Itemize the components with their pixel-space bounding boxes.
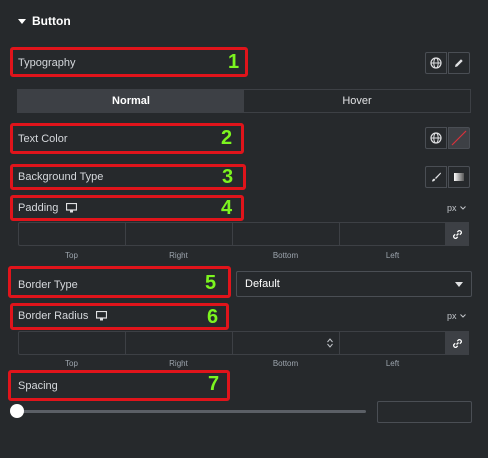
annotation-number-2: 2: [221, 127, 233, 149]
border-radius-top-label: Top: [65, 359, 78, 368]
padding-unit: px: [447, 203, 457, 213]
globe-icon: [430, 57, 442, 69]
border-radius-bottom-label: Bottom: [272, 359, 299, 368]
brush-icon: [432, 172, 441, 182]
spacing-slider-handle[interactable]: [10, 404, 24, 418]
pencil-icon: [455, 59, 463, 67]
padding-top-input[interactable]: [18, 222, 125, 246]
border-radius-link-button[interactable]: [445, 331, 469, 355]
link-icon: [452, 338, 462, 348]
annotation-number-1: 1: [228, 51, 240, 73]
spacing-label: Spacing: [18, 380, 58, 392]
padding-unit-select[interactable]: px: [447, 203, 466, 213]
padding-inputs: [18, 222, 469, 246]
border-type-label: Border Type: [18, 279, 78, 291]
border-type-select[interactable]: Default: [236, 271, 472, 297]
padding-right-label: Right: [169, 251, 188, 260]
gradient-icon: [454, 173, 464, 181]
padding-right-input[interactable]: [125, 222, 232, 246]
section-title: Button: [32, 14, 71, 28]
section-header-button[interactable]: Button: [18, 14, 71, 28]
padding-top-label: Top: [65, 251, 78, 260]
border-radius-right-input[interactable]: [125, 331, 232, 355]
border-type-value: Default: [245, 278, 280, 290]
text-color-global-button[interactable]: [425, 127, 447, 149]
border-radius-left-input[interactable]: [339, 331, 445, 355]
padding-bottom-input[interactable]: [232, 222, 339, 246]
border-radius-top-input[interactable]: [18, 331, 125, 355]
typography-edit-button[interactable]: [448, 52, 470, 74]
spacing-value-input[interactable]: [377, 401, 472, 423]
border-radius-unit-select[interactable]: px: [447, 311, 466, 321]
border-radius-side-labels: Top Right Bottom Left: [18, 359, 446, 368]
desktop-icon[interactable]: [66, 203, 78, 213]
spacing-slider-track[interactable]: [18, 410, 366, 413]
typography-global-button[interactable]: [425, 52, 447, 74]
tab-hover[interactable]: Hover: [244, 90, 470, 112]
padding-label-group: Padding: [18, 202, 78, 214]
border-radius-right-label: Right: [169, 359, 188, 368]
globe-icon: [430, 132, 442, 144]
caret-down-icon: [455, 281, 463, 287]
border-radius-unit: px: [447, 311, 457, 321]
annotation-number-3: 3: [222, 166, 234, 188]
tab-normal[interactable]: Normal: [18, 90, 244, 112]
annotation-number-7: 7: [208, 373, 220, 395]
chevron-down-icon: [459, 314, 466, 318]
desktop-icon[interactable]: [96, 311, 108, 321]
annotation-number-4: 4: [221, 197, 233, 219]
padding-label: Padding: [18, 202, 59, 214]
link-icon: [452, 229, 462, 239]
background-classic-button[interactable]: [425, 166, 447, 188]
padding-left-input[interactable]: [339, 222, 445, 246]
text-color-picker-button[interactable]: [448, 127, 470, 149]
annotation-number-5: 5: [205, 272, 217, 294]
annotation-number-6: 6: [207, 306, 219, 328]
background-type-label: Background Type: [18, 171, 104, 183]
caret-down-icon: [18, 18, 26, 24]
no-color-icon: [451, 130, 467, 146]
padding-left-label: Left: [385, 251, 400, 260]
border-radius-inputs: [18, 331, 469, 355]
padding-link-button[interactable]: [445, 222, 469, 246]
state-tabs: Normal Hover: [17, 89, 471, 113]
padding-bottom-label: Bottom: [272, 251, 299, 260]
background-gradient-button[interactable]: [448, 166, 470, 188]
typography-label: Typography: [18, 57, 76, 69]
border-radius-left-label: Left: [385, 359, 400, 368]
padding-side-labels: Top Right Bottom Left: [18, 251, 446, 260]
chevron-down-icon: [459, 206, 466, 210]
border-radius-label: Border Radius: [18, 310, 89, 322]
text-color-label: Text Color: [18, 133, 68, 145]
stepper-arrows-icon[interactable]: [327, 338, 333, 348]
border-radius-label-group: Border Radius: [18, 310, 108, 322]
border-radius-bottom-input[interactable]: [232, 331, 339, 355]
